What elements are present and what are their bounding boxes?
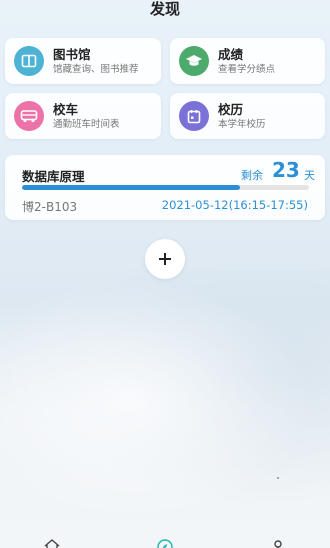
tab-home[interactable] [42,535,62,548]
decorative-dot [277,477,279,479]
bus-icon [14,101,44,131]
progress-track [22,185,309,190]
card-library[interactable]: 图书馆 馆藏查询、图书推荐 [5,38,161,84]
remain-days: 23 [272,158,300,182]
tab-discover[interactable] [155,535,175,548]
tab-bar [0,532,330,548]
calendar-icon [179,101,209,131]
card-grades[interactable]: 成绩 查看学分绩点 [170,38,325,84]
remain-label: 剩余 [241,169,263,182]
book-icon [14,46,44,76]
card-calendar-subtitle: 本学年校历 [218,118,266,130]
background-haze [0,270,330,530]
course-time: 2021-05-12(16:15-17:55) [161,198,308,212]
card-calendar-title: 校历 [218,101,244,117]
card-grades-title: 成绩 [218,46,244,62]
card-bus-subtitle: 通勤班车时间表 [53,118,120,130]
card-bus[interactable]: 校车 通勤班车时间表 [5,93,161,139]
course-room: 博2-B103 [22,200,78,214]
card-library-subtitle: 馆藏查询、图书推荐 [53,63,139,75]
card-grades-subtitle: 查看学分绩点 [218,63,276,75]
profile-icon [274,540,282,548]
plus-icon [159,253,171,265]
remain-unit: 天 [304,169,315,182]
course-countdown-card[interactable]: 数据库原理 剩余 23 天 博2-B103 2021-05-12(16:15-1… [5,155,325,220]
tab-profile[interactable] [268,535,288,548]
card-calendar[interactable]: 校历 本学年校历 [170,93,325,139]
add-button[interactable] [145,239,185,279]
course-name: 数据库原理 [22,169,85,184]
page-title: 发现 [149,0,180,18]
card-library-title: 图书馆 [53,46,91,62]
home-icon [44,539,60,548]
progress-fill [22,185,241,190]
card-bus-title: 校车 [53,101,79,117]
compass-icon [157,539,173,548]
graduation-cap-icon [179,46,209,76]
